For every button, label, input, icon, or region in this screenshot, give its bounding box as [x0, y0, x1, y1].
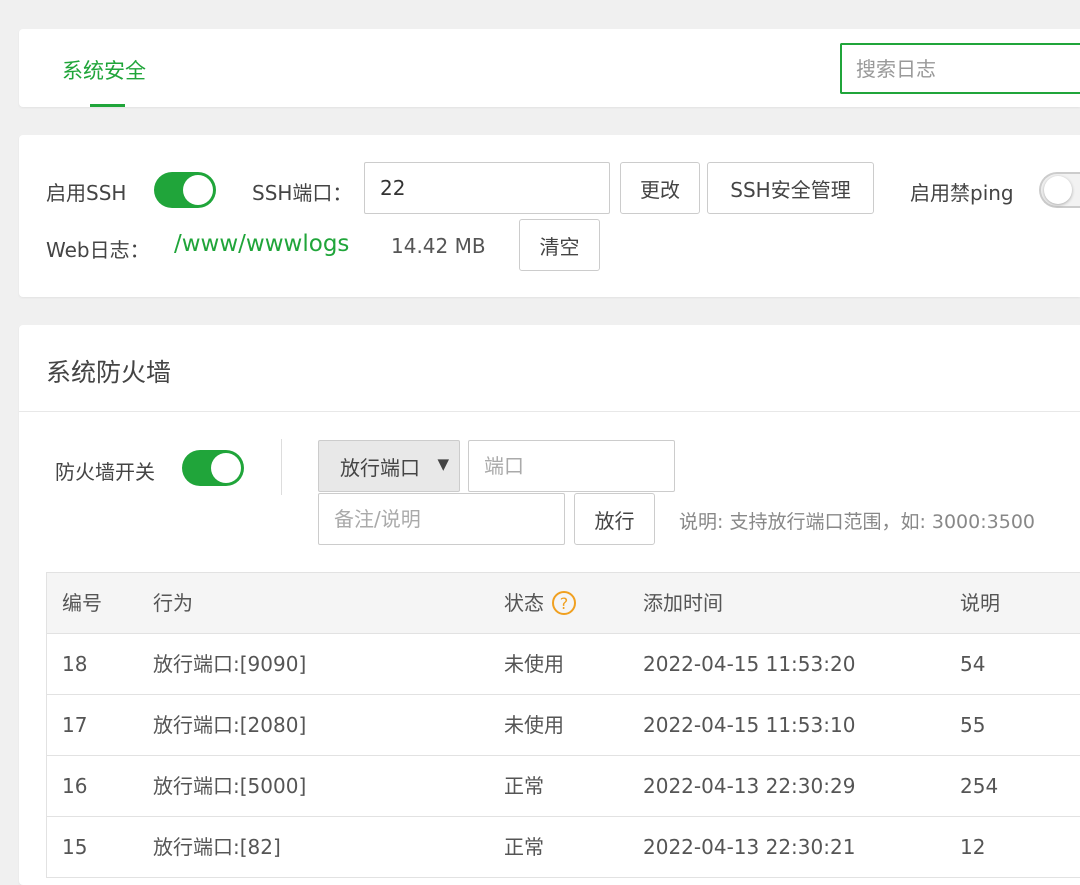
web-log-path-link[interactable]: /www/wwwlogs	[174, 231, 349, 257]
disable-ping-toggle[interactable]	[1039, 172, 1080, 208]
row-status: 正常	[504, 774, 544, 798]
ssh-security-manage-button[interactable]: SSH安全管理	[707, 162, 874, 214]
header-id: 编号	[62, 591, 102, 615]
ssh-port-label: SSH端口：	[252, 181, 353, 205]
row-remark: 54	[960, 652, 986, 676]
header-status-label: 状态	[504, 591, 544, 615]
change-port-button[interactable]: 更改	[620, 162, 700, 214]
row-status: 未使用	[504, 652, 564, 676]
help-question-icon[interactable]: ?	[552, 590, 576, 615]
row-time: 2022-04-15 11:53:20	[643, 652, 856, 676]
clear-log-button[interactable]: 清空	[519, 219, 600, 271]
disable-ping-label: 启用禁ping	[910, 181, 1014, 205]
firewall-switch-toggle[interactable]	[182, 450, 244, 486]
row-id: 17	[62, 713, 88, 737]
row-action: 放行端口:[2080]	[153, 713, 307, 737]
header-card: 系统安全	[19, 29, 1080, 107]
header-status: 状态?	[504, 573, 576, 633]
row-remark: 55	[960, 713, 986, 737]
firewall-rules-table: 编号 行为 状态? 添加时间 说明 18 放行端口:[9090] 未使用 202…	[46, 572, 1080, 878]
web-log-label: Web日志：	[46, 238, 150, 262]
firewall-card: 系统防火墙 防火墙开关 放行端口 ▼ 放行 说明: 支持放行端口范围，如: 30…	[19, 325, 1080, 885]
header-action: 行为	[153, 591, 193, 615]
row-action: 放行端口:[82]	[153, 835, 281, 859]
table-row: 15 放行端口:[82] 正常 2022-04-13 22:30:21 12	[47, 817, 1080, 878]
table-row: 18 放行端口:[9090] 未使用 2022-04-15 11:53:20 5…	[47, 634, 1080, 695]
ssh-card: 启用SSH SSH端口： 更改 SSH安全管理 启用禁ping Web日志： /…	[19, 135, 1080, 297]
table-row: 16 放行端口:[5000] 正常 2022-04-13 22:30:29 25…	[47, 756, 1080, 817]
header-time: 添加时间	[643, 591, 723, 615]
firewall-divider	[19, 411, 1080, 412]
row-remark: 254	[960, 774, 999, 798]
tab-system-security[interactable]: 系统安全	[62, 55, 146, 85]
header-remark: 说明	[960, 591, 1000, 615]
firewall-note: 说明: 支持放行端口范围，如: 3000:3500	[679, 511, 1035, 533]
row-id: 18	[62, 652, 88, 676]
row-action: 放行端口:[5000]	[153, 774, 307, 798]
firewall-title: 系统防火墙	[46, 358, 172, 387]
enable-ssh-label: 启用SSH	[46, 181, 127, 205]
firewall-action-selected: 放行端口	[340, 455, 420, 480]
row-time: 2022-04-15 11:53:10	[643, 713, 856, 737]
row-status: 未使用	[504, 713, 564, 737]
row-status: 正常	[504, 835, 544, 859]
row-remark: 12	[960, 835, 986, 859]
table-header: 编号 行为 状态? 添加时间 说明	[47, 573, 1080, 634]
enable-ssh-toggle[interactable]	[154, 172, 216, 208]
firewall-remark-input[interactable]	[318, 493, 565, 545]
firewall-allow-button[interactable]: 放行	[574, 493, 655, 545]
firewall-separator	[281, 439, 282, 495]
row-id: 16	[62, 774, 88, 798]
row-action: 放行端口:[9090]	[153, 652, 307, 676]
firewall-port-input[interactable]	[468, 440, 675, 492]
row-time: 2022-04-13 22:30:21	[643, 835, 856, 859]
row-time: 2022-04-13 22:30:29	[643, 774, 856, 798]
firewall-switch-label: 防火墙开关	[55, 460, 155, 484]
ssh-port-input[interactable]	[364, 162, 610, 214]
dropdown-caret-icon: ▼	[437, 455, 449, 473]
firewall-action-select[interactable]: 放行端口 ▼	[318, 440, 460, 492]
web-log-size: 14.42 MB	[391, 234, 486, 258]
search-log-input[interactable]	[840, 43, 1080, 94]
tab-active-indicator	[90, 104, 125, 107]
table-row: 17 放行端口:[2080] 未使用 2022-04-15 11:53:10 5…	[47, 695, 1080, 756]
row-id: 15	[62, 835, 88, 859]
